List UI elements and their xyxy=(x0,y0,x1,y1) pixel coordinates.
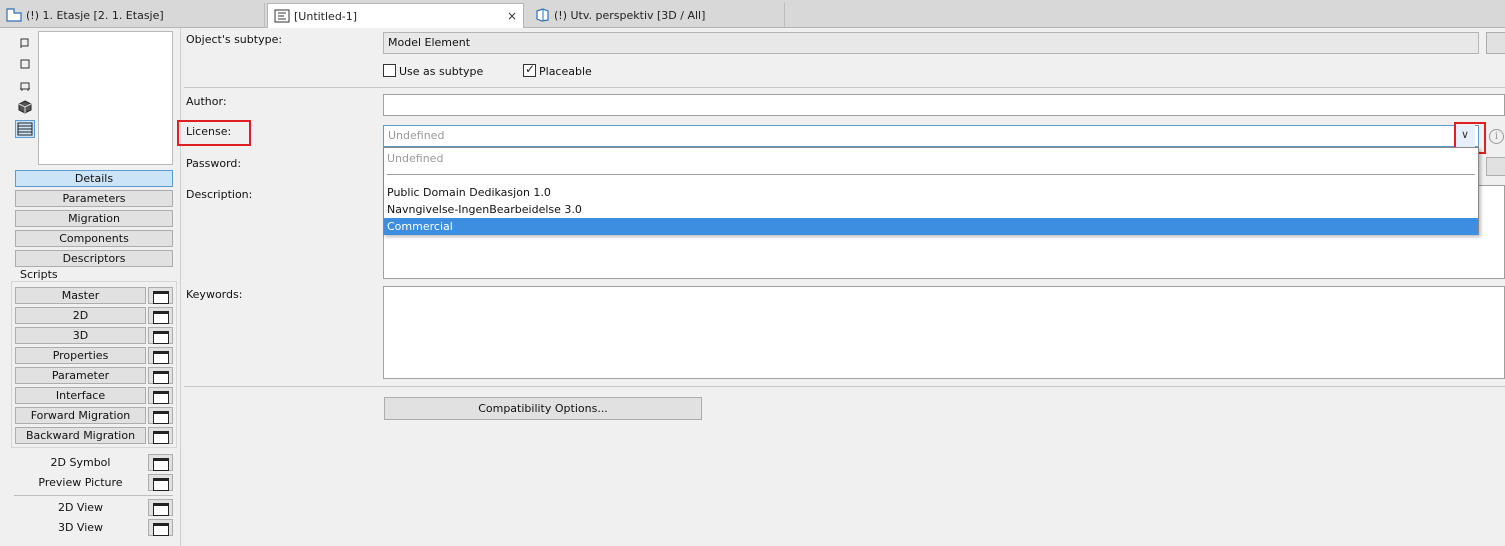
script-forward-migration-button[interactable]: Forward Migration xyxy=(15,407,146,424)
keywords-textarea[interactable] xyxy=(383,286,1505,379)
script-interface-button[interactable]: Interface xyxy=(15,387,146,404)
license-option-commercial[interactable]: Commercial xyxy=(384,218,1478,235)
script-properties-button[interactable]: Properties xyxy=(15,347,146,364)
open-window-icon[interactable] xyxy=(148,407,173,424)
subtype-value: Model Element xyxy=(388,36,471,49)
author-input[interactable] xyxy=(383,94,1505,116)
tab-label: [Untitled-1] xyxy=(294,9,358,23)
document-tab-bar: (!) 1. Etasje [2. 1. Etasje] [Untitled-1… xyxy=(0,0,1505,28)
use-as-subtype-label: Use as subtype xyxy=(399,65,484,78)
tab-label: (!) Utv. perspektiv [3D / All] xyxy=(554,8,706,22)
author-label: Author: xyxy=(186,95,227,108)
tab-3d-perspective[interactable]: (!) Utv. perspektiv [3D / All] xyxy=(528,3,785,27)
open-window-icon[interactable] xyxy=(148,454,173,471)
plan-view-icon[interactable] xyxy=(17,35,33,51)
section-view-icon[interactable] xyxy=(17,56,33,72)
divider xyxy=(184,386,1505,387)
open-window-icon[interactable] xyxy=(148,519,173,536)
open-window-icon[interactable] xyxy=(148,499,173,516)
password-label: Password: xyxy=(186,157,242,170)
3d-view-label: 3D View xyxy=(57,521,104,534)
open-window-icon[interactable] xyxy=(148,387,173,404)
script-master-button[interactable]: Master xyxy=(15,287,146,304)
floor-plan-icon xyxy=(6,8,22,22)
license-option-navngivelse[interactable]: Navngivelse-IngenBearbeidelse 3.0 xyxy=(384,201,1478,218)
nav-parameters[interactable]: Parameters xyxy=(15,190,173,207)
2d-symbol-label: 2D Symbol xyxy=(50,456,111,469)
scripts-title: Scripts xyxy=(19,268,59,281)
tab-untitled[interactable]: [Untitled-1] × xyxy=(267,3,524,28)
password-button[interactable] xyxy=(1486,157,1505,176)
description-label: Description: xyxy=(186,188,253,201)
open-window-icon[interactable] xyxy=(148,427,173,444)
nav-components[interactable]: Components xyxy=(15,230,173,247)
preview-strip-icon[interactable] xyxy=(15,120,35,138)
divider xyxy=(14,495,173,496)
subtype-field: Model Element xyxy=(383,32,1479,54)
info-icon[interactable]: i xyxy=(1489,129,1504,144)
open-window-icon[interactable] xyxy=(148,287,173,304)
license-dropdown-list: Undefined Public Domain Dedikasjon 1.0 N… xyxy=(383,147,1479,235)
nav-details[interactable]: Details xyxy=(15,170,173,187)
license-value: Undefined xyxy=(388,129,445,142)
nav-descriptors[interactable]: Descriptors xyxy=(15,250,173,267)
left-panel: Details Parameters Migration Components … xyxy=(0,28,180,546)
placeable-checkbox[interactable] xyxy=(523,62,536,77)
elevation-view-icon[interactable] xyxy=(17,78,33,94)
2d-view-label: 2D View xyxy=(57,501,104,514)
license-select[interactable]: Undefined xyxy=(383,125,1479,147)
script-backward-migration-button[interactable]: Backward Migration xyxy=(15,427,146,444)
nav-migration[interactable]: Migration xyxy=(15,210,173,227)
open-window-icon[interactable] xyxy=(148,327,173,344)
keywords-label: Keywords: xyxy=(186,288,243,301)
script-3d-button[interactable]: 3D xyxy=(15,327,146,344)
tab-floor-plan[interactable]: (!) 1. Etasje [2. 1. Etasje] xyxy=(0,3,265,27)
divider xyxy=(180,28,181,546)
open-window-icon[interactable] xyxy=(148,347,173,364)
compatibility-options-button[interactable]: Compatibility Options... xyxy=(384,397,702,420)
license-option-public-domain[interactable]: Public Domain Dedikasjon 1.0 xyxy=(384,184,1478,201)
open-window-icon[interactable] xyxy=(148,474,173,491)
placeable-label: Placeable xyxy=(539,65,592,78)
divider xyxy=(387,174,1475,175)
3d-window-icon xyxy=(536,8,549,22)
annotation-highlight xyxy=(177,120,251,146)
script-2d-button[interactable]: 2D xyxy=(15,307,146,324)
script-parameter-button[interactable]: Parameter xyxy=(15,367,146,384)
close-icon[interactable]: × xyxy=(507,9,517,23)
details-panel: Object's subtype: Model Element Use as s… xyxy=(177,28,1505,546)
object-preview xyxy=(38,31,173,165)
preview-picture-label: Preview Picture xyxy=(38,476,123,489)
tab-label: (!) 1. Etasje [2. 1. Etasje] xyxy=(26,8,164,22)
subtype-label: Object's subtype: xyxy=(186,33,283,46)
object-editor-icon xyxy=(274,9,290,23)
use-as-subtype-checkbox[interactable] xyxy=(383,64,396,77)
open-window-icon[interactable] xyxy=(148,367,173,384)
divider xyxy=(184,87,1505,88)
subtype-browse-button[interactable] xyxy=(1486,32,1505,54)
3d-cube-icon[interactable] xyxy=(17,99,33,115)
license-option-undefined[interactable]: Undefined xyxy=(384,150,1478,167)
open-window-icon[interactable] xyxy=(148,307,173,324)
